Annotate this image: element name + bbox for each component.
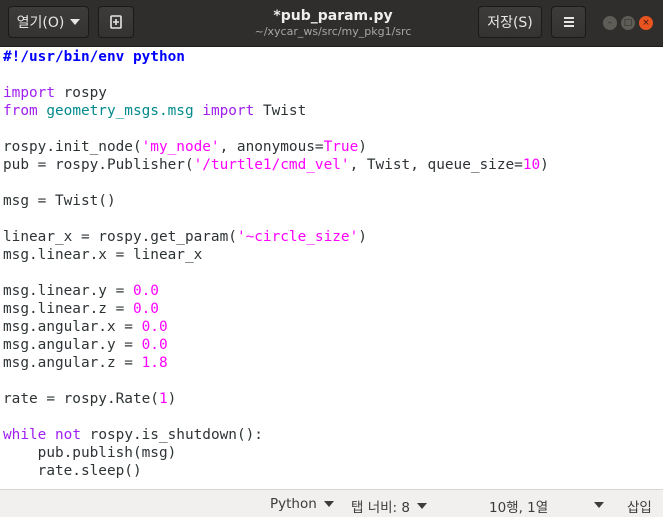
code-line[interactable]: linear_x = rospy.get_param('~circle_size…: [3, 228, 549, 246]
insert-mode-indicator: 삽입: [627, 500, 652, 516]
code-line[interactable]: pub.publish(msg): [3, 444, 549, 462]
code-line[interactable]: [3, 174, 549, 192]
code-token: linear_x = rospy.get_param(: [3, 229, 237, 245]
close-icon[interactable]: ×: [639, 16, 653, 30]
code-token: Twist: [254, 103, 307, 119]
save-button[interactable]: 저장(S): [478, 6, 542, 38]
code-line[interactable]: [3, 408, 549, 426]
code-line[interactable]: rate = rospy.Rate(1): [3, 390, 549, 408]
header-bar: 열기(O) *pub_param.py ~/xycar_ws/src/my_pk…: [0, 0, 663, 47]
code-token: ): [167, 391, 177, 407]
code-token: ): [358, 229, 367, 245]
code-token: 10: [522, 157, 541, 173]
code-line[interactable]: rospy.init_node('my_node', anonymous=Tru…: [3, 138, 549, 156]
code-line[interactable]: import rospy: [3, 84, 549, 102]
code-token: ): [358, 139, 367, 155]
code-token: msg.linear.y =: [3, 283, 133, 299]
minimize-icon[interactable]: –: [603, 16, 617, 30]
code-token: #!/usr/bin/env python: [3, 49, 185, 65]
code-token: pub.publish(msg): [3, 445, 177, 461]
code-token: rospy.is_shutdown():: [81, 427, 263, 443]
code-line[interactable]: from geometry_msgs.msg import Twist: [3, 102, 549, 120]
language-selector[interactable]: Python: [270, 496, 334, 512]
new-document-icon: [110, 15, 122, 29]
text-editor-area[interactable]: #!/usr/bin/env python import rospy from ge…: [0, 47, 663, 489]
hamburger-menu-icon: [563, 17, 574, 19]
tab-width-selector[interactable]: 탭 너비: 8: [351, 496, 427, 516]
code-token: 0.0: [141, 337, 168, 353]
code-line[interactable]: [3, 264, 549, 282]
code-line[interactable]: pub = rospy.Publisher('/turtle1/cmd_vel'…: [3, 156, 549, 174]
code-line[interactable]: msg.angular.x = 0.0: [3, 318, 549, 336]
code-token: msg.angular.x =: [3, 319, 142, 335]
code-token: import: [202, 103, 255, 119]
code-token: 'my_node': [141, 139, 220, 155]
code-token: ): [540, 157, 549, 173]
code-token: from: [3, 103, 38, 119]
code-token: pub = rospy.Publisher(: [3, 157, 194, 173]
hamburger-menu-button[interactable]: [551, 6, 586, 38]
code-token: 1.8: [141, 355, 168, 371]
code-line[interactable]: rate.sleep(): [3, 462, 549, 480]
code-token: , anonymous=: [219, 139, 324, 155]
code-line[interactable]: [3, 120, 549, 138]
code-token: geometry_msgs.msg: [46, 103, 194, 119]
chevron-down-icon: [70, 19, 81, 25]
code-token: msg = Twist(): [3, 193, 116, 209]
code-token: rate = rospy.Rate(: [3, 391, 159, 407]
code-line[interactable]: msg.linear.y = 0.0: [3, 282, 549, 300]
code-line[interactable]: msg.angular.y = 0.0: [3, 336, 549, 354]
code-token: 1: [158, 391, 168, 407]
code-token: rate.sleep(): [3, 463, 142, 479]
chevron-down-icon: [323, 501, 334, 507]
code-token: rospy: [54, 85, 107, 101]
code-line[interactable]: #!/usr/bin/env python: [3, 48, 549, 66]
code-line[interactable]: [3, 372, 549, 390]
window-subtitle-path: ~/xycar_ws/src/my_pkg1/src: [254, 25, 412, 38]
code-line[interactable]: [3, 210, 549, 228]
code-line[interactable]: [3, 66, 549, 84]
chevron-down-icon[interactable]: [594, 502, 604, 508]
code-token: while: [3, 427, 47, 443]
code-token: , Twist, queue_size=: [349, 157, 523, 173]
code-token: msg.linear.x = linear_x: [3, 247, 203, 263]
code-token: msg.angular.y =: [3, 337, 142, 353]
code-token: '~circle_size': [236, 229, 359, 245]
tab-width-label: 탭 너비: 8: [351, 500, 410, 516]
code-token: 0.0: [132, 301, 159, 317]
language-label: Python: [270, 496, 317, 512]
code-token: True: [323, 139, 359, 155]
maximize-icon[interactable]: □: [621, 16, 635, 30]
window-title: *pub_param.py: [273, 8, 393, 24]
chevron-down-icon: [416, 503, 427, 509]
code-line[interactable]: while not rospy.is_shutdown():: [3, 426, 549, 444]
code-token: 0.0: [132, 283, 159, 299]
status-bar: Python 탭 너비: 8 10행, 1열 삽입: [0, 489, 663, 517]
code-line[interactable]: msg.angular.z = 1.8: [3, 354, 549, 372]
cursor-position[interactable]: 10행, 1열: [489, 496, 548, 516]
open-button[interactable]: 열기(O): [8, 6, 89, 38]
code-token: not: [55, 427, 81, 443]
new-document-button[interactable]: [98, 6, 134, 38]
code-line[interactable]: msg = Twist(): [3, 192, 549, 210]
code-token: rospy.init_node(: [3, 139, 142, 155]
code-token: '/turtle1/cmd_vel': [193, 157, 350, 173]
code-token: import: [3, 85, 55, 101]
code-token: msg.angular.z =: [3, 355, 142, 371]
code-token: msg.linear.z =: [3, 301, 133, 317]
code-content[interactable]: #!/usr/bin/env python import rospy from ge…: [3, 48, 549, 480]
code-token: 0.0: [141, 319, 168, 335]
open-button-label: 열기(O): [16, 15, 65, 31]
code-line[interactable]: msg.linear.z = 0.0: [3, 300, 549, 318]
code-line[interactable]: msg.linear.x = linear_x: [3, 246, 549, 264]
